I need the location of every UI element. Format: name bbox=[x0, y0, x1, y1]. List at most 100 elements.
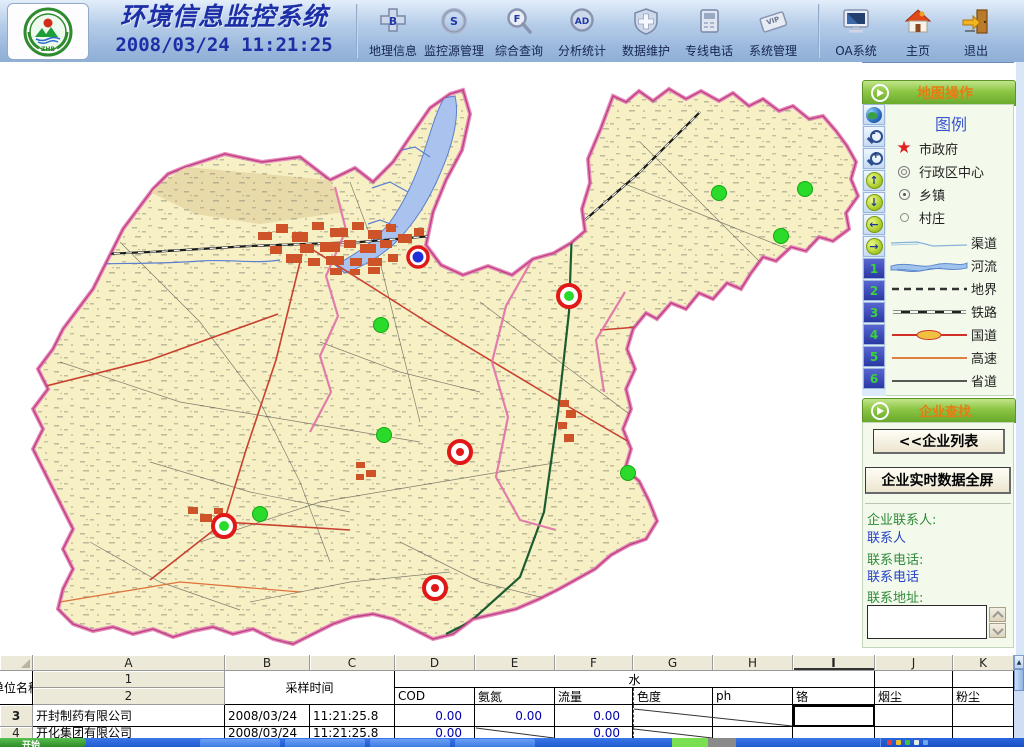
zoom-out-button[interactable]: - bbox=[863, 126, 885, 147]
param-header-ph[interactable]: ph bbox=[713, 688, 793, 705]
pan-left-button[interactable]: ← bbox=[863, 214, 885, 235]
enterprise-name-cell[interactable]: 开封制药有限公司 bbox=[33, 705, 225, 727]
row-header-4[interactable]: 4 bbox=[0, 727, 33, 738]
toolbar-button-data-maint[interactable]: 数据维护 bbox=[616, 6, 676, 58]
toolbar-button-system-mgmt[interactable]: VIP 系统管理 bbox=[743, 6, 803, 58]
row-header-1[interactable]: 1 bbox=[33, 671, 225, 688]
param-header-color[interactable]: 色度 bbox=[633, 688, 713, 705]
toolbar-button-geo-info[interactable]: B 地理信息 bbox=[363, 6, 423, 58]
toolbar-button-hotline[interactable]: 专线电话 bbox=[679, 6, 739, 58]
param-header-dust[interactable]: 粉尘 bbox=[953, 688, 1014, 705]
zoom-level-2-button[interactable]: 2 bbox=[863, 280, 885, 301]
grid-corner-cell[interactable] bbox=[0, 655, 33, 671]
column-header-i-selected[interactable]: I bbox=[793, 655, 875, 671]
param-header-cod[interactable]: COD bbox=[395, 688, 475, 705]
nh3-value-cell[interactable]: 0.00 bbox=[475, 705, 555, 727]
column-header-e[interactable]: E bbox=[475, 655, 555, 671]
zoom-level-3-button[interactable]: 3 bbox=[863, 302, 885, 323]
cod-value-cell[interactable]: 0.00 bbox=[395, 727, 475, 738]
column-header-a[interactable]: A bbox=[33, 655, 225, 671]
param-header-nh3[interactable]: 氨氮 bbox=[475, 688, 555, 705]
toolbar-button-analysis[interactable]: AD 分析统计 bbox=[552, 6, 612, 58]
enterprise-fullscreen-button[interactable]: 企业实时数据全屏 bbox=[865, 467, 1011, 494]
no-data-cell[interactable] bbox=[475, 727, 555, 738]
column-header-h[interactable]: H bbox=[713, 655, 793, 671]
toolbar-button-home[interactable]: 主页 bbox=[888, 6, 948, 58]
enterprise-search-header[interactable]: 企业查找 bbox=[862, 398, 1016, 423]
column-header-k[interactable]: K bbox=[953, 655, 1014, 671]
tray-icon[interactable] bbox=[887, 740, 892, 745]
name-header-cell[interactable]: 单位名称 bbox=[0, 671, 33, 705]
dust-cell[interactable] bbox=[953, 727, 1014, 738]
enterprise-list-button[interactable]: <<企业列表 bbox=[873, 429, 1005, 454]
taskbar-window-button[interactable] bbox=[285, 739, 365, 747]
gis-map-viewport[interactable] bbox=[0, 62, 862, 655]
smoke-cell[interactable] bbox=[875, 705, 953, 727]
sample-time-cell[interactable]: 11:21:25.8 bbox=[310, 705, 395, 727]
scroll-up-button[interactable]: ▲ bbox=[1014, 655, 1024, 669]
sample-date-cell[interactable]: 2008/03/24 bbox=[225, 705, 310, 727]
start-button[interactable]: 开始 bbox=[0, 738, 86, 747]
zoom-level-5-button[interactable]: 5 bbox=[863, 346, 885, 367]
dust-cell[interactable] bbox=[953, 705, 1014, 727]
enterprise-name-cell[interactable]: 开化集团有限公司 bbox=[33, 727, 225, 738]
pan-up-button[interactable]: ↑ bbox=[863, 170, 885, 191]
tray-icon[interactable] bbox=[923, 740, 928, 745]
sample-time-header-cell[interactable]: 采样时间 bbox=[225, 671, 395, 705]
zoom-level-4-button[interactable]: 4 bbox=[863, 324, 885, 345]
pan-right-button[interactable]: → bbox=[863, 236, 885, 257]
scroll-up-button[interactable] bbox=[989, 607, 1006, 622]
contact-address-input[interactable] bbox=[867, 605, 987, 639]
toolbar-button-source-mgmt[interactable]: S 监控源管理 bbox=[424, 6, 484, 58]
toolbar-button-exit[interactable]: 退出 bbox=[946, 6, 1006, 58]
param-header-cr[interactable]: 铬 bbox=[793, 688, 875, 705]
small-circle-icon bbox=[900, 213, 909, 222]
param-header-smoke[interactable]: 烟尘 bbox=[875, 688, 953, 705]
column-header-d[interactable]: D bbox=[395, 655, 475, 671]
map-operations-header[interactable]: 地图操作 bbox=[862, 80, 1016, 106]
scroll-down-button[interactable] bbox=[989, 623, 1006, 638]
column-header-g[interactable]: G bbox=[633, 655, 713, 671]
row-header-3-selected[interactable]: 3 bbox=[0, 705, 33, 727]
scrollbar-thumb[interactable] bbox=[1014, 669, 1024, 691]
system-tray[interactable] bbox=[880, 738, 1024, 747]
column-header-f[interactable]: F bbox=[555, 655, 633, 671]
selected-station-blue-marker[interactable] bbox=[408, 247, 428, 267]
row-header-2[interactable]: 2 bbox=[33, 688, 225, 705]
tray-icon[interactable] bbox=[905, 740, 910, 745]
column-header-c[interactable]: C bbox=[310, 655, 395, 671]
column-header-j[interactable]: J bbox=[875, 655, 953, 671]
full-extent-button[interactable] bbox=[863, 104, 885, 125]
toolbar-button-query[interactable]: F 综合查询 bbox=[489, 6, 549, 58]
tray-icon[interactable] bbox=[914, 740, 919, 745]
empty-cell[interactable] bbox=[875, 671, 953, 688]
taskbar-progress-green[interactable] bbox=[672, 738, 708, 747]
toolbar-button-oa-system[interactable]: OA系统 bbox=[826, 6, 886, 58]
taskbar-progress-gray[interactable] bbox=[708, 738, 736, 747]
taskbar-window-button[interactable] bbox=[370, 739, 450, 747]
sample-time-cell[interactable]: 11:21:25.8 bbox=[310, 727, 395, 738]
cr-cell[interactable] bbox=[793, 727, 875, 738]
empty-cell[interactable] bbox=[953, 671, 1014, 688]
ph-cell[interactable] bbox=[713, 727, 793, 738]
taskbar-window-button[interactable] bbox=[200, 739, 280, 747]
column-header-b[interactable]: B bbox=[225, 655, 310, 671]
water-group-header-cell[interactable]: 水 bbox=[395, 671, 875, 688]
taskbar-window-button[interactable] bbox=[455, 739, 535, 747]
sample-date-cell[interactable]: 2008/03/24 bbox=[225, 727, 310, 738]
zoom-level-1-button[interactable]: 1 bbox=[863, 258, 885, 279]
active-cell-cr[interactable] bbox=[793, 705, 875, 727]
ph-cell[interactable] bbox=[713, 705, 793, 727]
grid-vertical-scrollbar[interactable]: ▲ bbox=[1014, 655, 1024, 738]
no-data-cell[interactable] bbox=[633, 705, 713, 727]
flow-value-cell[interactable]: 0.00 bbox=[555, 705, 633, 727]
param-header-flow[interactable]: 流量 bbox=[555, 688, 633, 705]
pan-down-button[interactable]: ↓ bbox=[863, 192, 885, 213]
zoom-in-button[interactable]: + bbox=[863, 148, 885, 169]
flow-value-cell[interactable]: 0.00 bbox=[555, 727, 633, 738]
smoke-cell[interactable] bbox=[875, 727, 953, 738]
tray-icon[interactable] bbox=[896, 740, 901, 745]
cod-value-cell[interactable]: 0.00 bbox=[395, 705, 475, 727]
no-data-cell[interactable] bbox=[633, 727, 713, 738]
zoom-level-6-button[interactable]: 6 bbox=[863, 368, 885, 389]
